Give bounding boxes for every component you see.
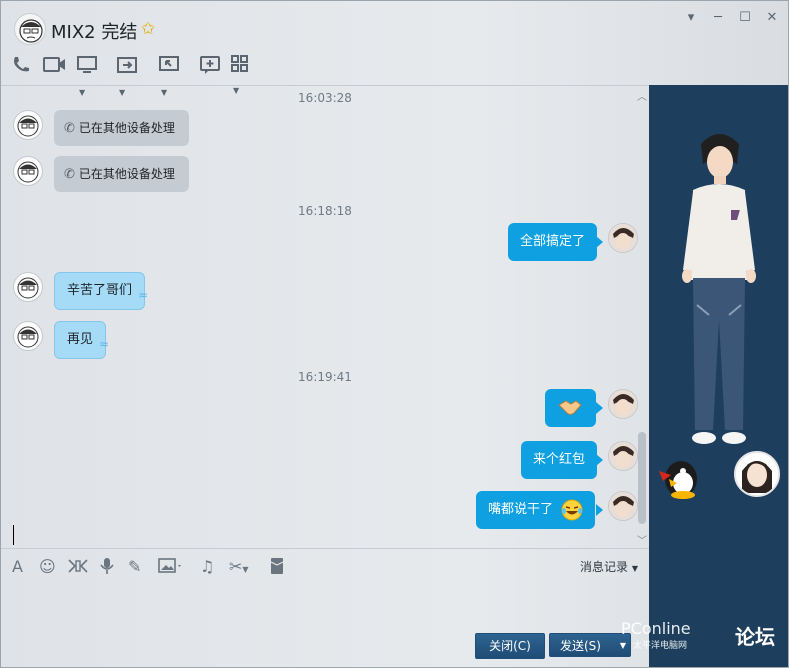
red-packet-icon[interactable] — [269, 557, 285, 579]
bubble-tail — [596, 236, 603, 248]
my-avatar[interactable] — [608, 441, 638, 471]
title-bar: MIX2 完结 ✩ ▾ ─ ☐ ✕ ▼ ▼ ▼ ▼ — [1, 1, 788, 97]
input-toolbar: A ☺ ✎ ♫ ✂▼ 消息记录 ▼ — [1, 548, 649, 583]
chevron-down-icon: ▼ — [631, 564, 638, 573]
watermark-logo: PConline 太平洋电脑网 — [621, 619, 691, 651]
apps-grid-icon[interactable]: ▼ — [231, 55, 249, 95]
my-avatar[interactable] — [608, 223, 638, 253]
avatar-character-image — [682, 134, 756, 444]
call-record-bubble[interactable]: ✆ 已在其他设备处理 — [54, 156, 189, 192]
received-message[interactable]: 辛苦了哥们 ≈ — [54, 272, 149, 310]
menu-dropdown-icon[interactable]: ▾ — [682, 9, 700, 27]
bubble-tail — [596, 454, 603, 466]
watermark-brand: PConline — [621, 619, 691, 638]
watermark-sub: 太平洋电脑网 — [633, 641, 688, 651]
chat-window: MIX2 完结 ✩ ▾ ─ ☐ ✕ ▼ ▼ ▼ ▼ ︿ 16:03:28 ✆ 已… — [0, 0, 789, 668]
received-message[interactable]: 再见 ≈ — [54, 321, 110, 359]
penguin-mascot-icon[interactable] — [657, 455, 703, 499]
profile-photo[interactable] — [734, 451, 780, 497]
send-button[interactable]: 发送(S) ▼ — [549, 633, 631, 657]
send-label: 发送(S) — [560, 639, 601, 653]
wave-decoration-icon: ≈ — [137, 288, 149, 302]
contact-avatar-small[interactable] — [13, 156, 43, 186]
received-message-text: 再见 — [67, 332, 94, 347]
history-label: 消息记录 — [580, 560, 629, 574]
sent-emoji-message[interactable] — [545, 389, 596, 427]
contact-avatar-small[interactable] — [13, 272, 43, 302]
screen-share-icon[interactable]: ▼ — [77, 55, 97, 97]
call-record-text: 已在其他设备处理 — [78, 167, 175, 181]
laughing-tears-icon — [561, 499, 583, 520]
scroll-down-icon[interactable]: ﹀ — [637, 532, 647, 547]
sent-message[interactable]: 嘴都说干了 — [476, 491, 596, 529]
pen-icon[interactable]: ✎ — [128, 557, 141, 576]
image-icon[interactable] — [158, 557, 184, 579]
file-transfer-icon[interactable]: ▼ — [117, 55, 137, 97]
my-avatar[interactable] — [608, 491, 638, 521]
call-record-text: 已在其他设备处理 — [78, 121, 175, 135]
timestamp: 16:18:18 — [298, 204, 352, 218]
contact-avatar-small[interactable] — [13, 321, 43, 351]
star-icon: ✩ — [141, 19, 156, 39]
gif-icon[interactable] — [67, 557, 89, 579]
bubble-tail — [596, 504, 603, 516]
screenshot-scissors-icon[interactable]: ✂▼ — [229, 557, 249, 576]
emoji-icon[interactable]: ☺ — [39, 557, 56, 576]
sent-message[interactable]: 全部搞定了 — [508, 223, 598, 261]
text-cursor — [13, 525, 14, 545]
font-icon[interactable]: A — [12, 557, 23, 576]
add-app-icon[interactable] — [200, 55, 220, 77]
close-button[interactable]: 关闭(C) — [475, 633, 545, 659]
scrollbar-thumb[interactable] — [638, 432, 646, 524]
maximize-button[interactable]: ☐ — [736, 9, 754, 27]
my-avatar[interactable] — [608, 389, 638, 419]
wave-decoration-icon: ≈ — [98, 337, 110, 351]
close-window-button[interactable]: ✕ — [763, 9, 781, 27]
phone-icon: ✆ — [64, 167, 75, 182]
music-icon[interactable]: ♫ — [200, 557, 214, 576]
remote-desktop-icon[interactable]: ▼ — [159, 55, 179, 97]
received-message-text: 辛苦了哥们 — [67, 283, 133, 298]
message-list[interactable]: ︿ 16:03:28 ✆ 已在其他设备处理 ✆ 已在其他设备处理 16:18:18 … — [1, 85, 649, 548]
phone-icon: ✆ — [64, 121, 75, 136]
bubble-tail — [596, 402, 603, 414]
contact-name: MIX2 完结 — [51, 22, 138, 43]
show-panel — [649, 85, 788, 667]
sent-message-text: 嘴都说干了 — [488, 502, 554, 517]
contact-avatar-small[interactable] — [13, 110, 43, 140]
video-icon[interactable] — [43, 55, 67, 77]
minimize-button[interactable]: ─ — [709, 9, 727, 27]
message-history-link[interactable]: 消息记录 ▼ — [580, 558, 638, 575]
handshake-icon — [558, 400, 582, 415]
timestamp: 16:03:28 — [298, 91, 352, 105]
microphone-icon[interactable] — [100, 557, 114, 579]
call-record-bubble[interactable]: ✆ 已在其他设备处理 — [54, 110, 189, 146]
phone-icon[interactable] — [11, 55, 31, 77]
timestamp: 16:19:41 — [298, 370, 352, 384]
contact-avatar[interactable] — [14, 13, 46, 45]
watermark-forum: 论坛 — [735, 625, 775, 649]
sent-message[interactable]: 来个红包 — [521, 441, 598, 479]
